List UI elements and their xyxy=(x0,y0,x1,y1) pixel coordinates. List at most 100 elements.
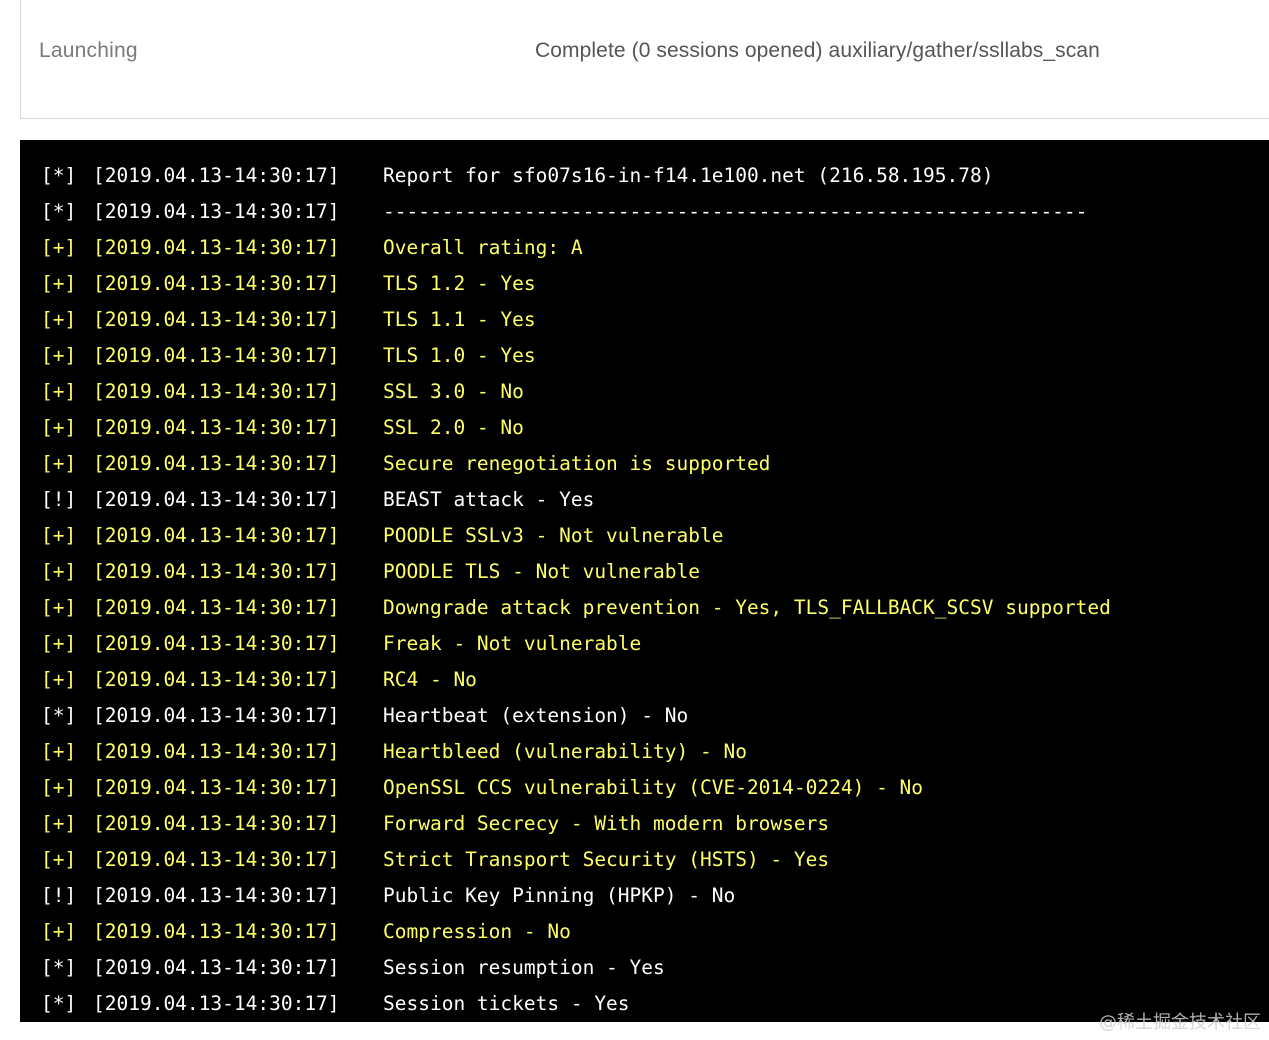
line-timestamp: [2019.04.13-14:30:17] xyxy=(93,776,340,799)
line-message: TLS 1.0 - Yes xyxy=(383,344,536,367)
line-message: BEAST attack - Yes xyxy=(383,488,595,511)
console-line: [*] [2019.04.13-14:30:17] Report for sfo07… xyxy=(20,158,1269,194)
line-message: Session tickets - Yes xyxy=(383,992,630,1015)
line-message: TLS 1.2 - Yes xyxy=(383,272,536,295)
line-message: Strict Transport Security (HSTS) - Yes xyxy=(383,848,830,871)
line-level-marker: [+] xyxy=(41,380,77,403)
status-message: Complete (0 sessions opened) auxiliary/g… xyxy=(535,39,1100,62)
console-line: [+] [2019.04.13-14:30:17] POODLE TLS - Not… xyxy=(20,554,1269,590)
line-level-marker: [!] xyxy=(41,884,77,907)
line-level-marker: [+] xyxy=(41,740,77,763)
line-message: SSL 3.0 - No xyxy=(383,380,524,403)
line-timestamp: [2019.04.13-14:30:17] xyxy=(93,308,340,331)
line-level-marker: [+] xyxy=(41,236,77,259)
console-line: [+] [2019.04.13-14:30:17] Secure renegotia… xyxy=(20,446,1269,482)
line-message: Secure renegotiation is supported xyxy=(383,452,771,475)
line-timestamp: [2019.04.13-14:30:17] xyxy=(93,812,340,835)
line-message: Public Key Pinning (HPKP) - No xyxy=(383,884,736,907)
line-level-marker: [+] xyxy=(41,668,77,691)
console-line: [!] [2019.04.13-14:30:17] BEAST attack - Y… xyxy=(20,482,1269,518)
line-timestamp: [2019.04.13-14:30:17] xyxy=(93,416,340,439)
console-line: [+] [2019.04.13-14:30:17] Overall rating: … xyxy=(20,230,1269,266)
console-line: [+] [2019.04.13-14:30:17] RC4 - No xyxy=(20,662,1269,698)
line-level-marker: [*] xyxy=(41,704,77,727)
console-output[interactable]: [*] [2019.04.13-14:30:17] Report for sfo07… xyxy=(20,140,1269,1022)
line-timestamp: [2019.04.13-14:30:17] xyxy=(93,596,340,619)
line-timestamp: [2019.04.13-14:30:17] xyxy=(93,272,340,295)
console-line: [*] [2019.04.13-14:30:17] Heartbeat (exten… xyxy=(20,698,1269,734)
line-level-marker: [+] xyxy=(41,632,77,655)
console-line: [*] [2019.04.13-14:30:17] ----------------… xyxy=(20,194,1269,230)
line-message: ----------------------------------------… xyxy=(383,200,1088,223)
line-level-marker: [+] xyxy=(41,596,77,619)
line-timestamp: [2019.04.13-14:30:17] xyxy=(93,488,340,511)
line-timestamp: [2019.04.13-14:30:17] xyxy=(93,884,340,907)
watermark: @稀土掘金技术社区 xyxy=(1099,1012,1261,1033)
line-timestamp: [2019.04.13-14:30:17] xyxy=(93,848,340,871)
line-timestamp: [2019.04.13-14:30:17] xyxy=(93,380,340,403)
line-level-marker: [+] xyxy=(41,812,77,835)
line-message: Freak - Not vulnerable xyxy=(383,632,642,655)
line-timestamp: [2019.04.13-14:30:17] xyxy=(93,164,340,187)
line-timestamp: [2019.04.13-14:30:17] xyxy=(93,344,340,367)
line-message: Report for sfo07s16-in-f14.1e100.net (21… xyxy=(383,164,994,187)
line-message: Heartbeat (extension) - No xyxy=(383,704,689,727)
line-level-marker: [*] xyxy=(41,956,77,979)
line-timestamp: [2019.04.13-14:30:17] xyxy=(93,920,340,943)
status-state-label: Launching xyxy=(39,39,138,62)
line-level-marker: [+] xyxy=(41,524,77,547)
line-level-marker: [*] xyxy=(41,200,77,223)
line-timestamp: [2019.04.13-14:30:17] xyxy=(93,236,340,259)
line-timestamp: [2019.04.13-14:30:17] xyxy=(93,632,340,655)
console-line: [!] [2019.04.13-14:30:17] Public Key Pinni… xyxy=(20,878,1269,914)
console-line: [+] [2019.04.13-14:30:17] TLS 1.1 - Yes xyxy=(20,302,1269,338)
console-line: [*] [2019.04.13-14:30:17] Session resumpti… xyxy=(20,950,1269,986)
console-line: [*] [2019.04.13-14:30:17] Session tickets … xyxy=(20,986,1269,1022)
line-level-marker: [+] xyxy=(41,848,77,871)
line-timestamp: [2019.04.13-14:30:17] xyxy=(93,524,340,547)
line-level-marker: [+] xyxy=(41,452,77,475)
line-level-marker: [*] xyxy=(41,164,77,187)
console-line: [+] [2019.04.13-14:30:17] Freak - Not vuln… xyxy=(20,626,1269,662)
line-message: TLS 1.1 - Yes xyxy=(383,308,536,331)
console-line: [+] [2019.04.13-14:30:17] POODLE SSLv3 - N… xyxy=(20,518,1269,554)
line-timestamp: [2019.04.13-14:30:17] xyxy=(93,956,340,979)
line-timestamp: [2019.04.13-14:30:17] xyxy=(93,740,340,763)
console-line: [+] [2019.04.13-14:30:17] Downgrade attack… xyxy=(20,590,1269,626)
console-line: [+] [2019.04.13-14:30:17] Forward Secrecy … xyxy=(20,806,1269,842)
line-message: POODLE SSLv3 - Not vulnerable xyxy=(383,524,724,547)
line-timestamp: [2019.04.13-14:30:17] xyxy=(93,704,340,727)
line-level-marker: [+] xyxy=(41,560,77,583)
line-message: Forward Secrecy - With modern browsers xyxy=(383,812,830,835)
line-message: RC4 - No xyxy=(383,668,477,691)
line-message: Downgrade attack prevention - Yes, TLS_F… xyxy=(383,596,1111,619)
line-level-marker: [+] xyxy=(41,308,77,331)
line-message: Overall rating: A xyxy=(383,236,583,259)
line-level-marker: [+] xyxy=(41,920,77,943)
status-panel: Launching Complete (0 sessions opened) a… xyxy=(20,0,1269,119)
console-line: [+] [2019.04.13-14:30:17] Compression - No xyxy=(20,914,1269,950)
line-level-marker: [*] xyxy=(41,992,77,1015)
line-level-marker: [!] xyxy=(41,488,77,511)
line-level-marker: [+] xyxy=(41,344,77,367)
line-timestamp: [2019.04.13-14:30:17] xyxy=(93,668,340,691)
console-line: [+] [2019.04.13-14:30:17] TLS 1.2 - Yes xyxy=(20,266,1269,302)
console-line: [+] [2019.04.13-14:30:17] Strict Transport… xyxy=(20,842,1269,878)
line-level-marker: [+] xyxy=(41,272,77,295)
line-message: Heartbleed (vulnerability) - No xyxy=(383,740,747,763)
line-timestamp: [2019.04.13-14:30:17] xyxy=(93,200,340,223)
line-message: Compression - No xyxy=(383,920,571,943)
line-timestamp: [2019.04.13-14:30:17] xyxy=(93,560,340,583)
console-line: [+] [2019.04.13-14:30:17] SSL 3.0 - No xyxy=(20,374,1269,410)
line-message: Session resumption - Yes xyxy=(383,956,665,979)
console-line: [+] [2019.04.13-14:30:17] Heartbleed (vuln… xyxy=(20,734,1269,770)
line-timestamp: [2019.04.13-14:30:17] xyxy=(93,452,340,475)
line-message: OpenSSL CCS vulnerability (CVE-2014-0224… xyxy=(383,776,924,799)
line-level-marker: [+] xyxy=(41,776,77,799)
line-level-marker: [+] xyxy=(41,416,77,439)
line-message: POODLE TLS - Not vulnerable xyxy=(383,560,700,583)
console-line: [+] [2019.04.13-14:30:17] OpenSSL CCS vuln… xyxy=(20,770,1269,806)
console-line: [+] [2019.04.13-14:30:17] TLS 1.0 - Yes xyxy=(20,338,1269,374)
line-message: SSL 2.0 - No xyxy=(383,416,524,439)
console-line: [+] [2019.04.13-14:30:17] SSL 2.0 - No xyxy=(20,410,1269,446)
